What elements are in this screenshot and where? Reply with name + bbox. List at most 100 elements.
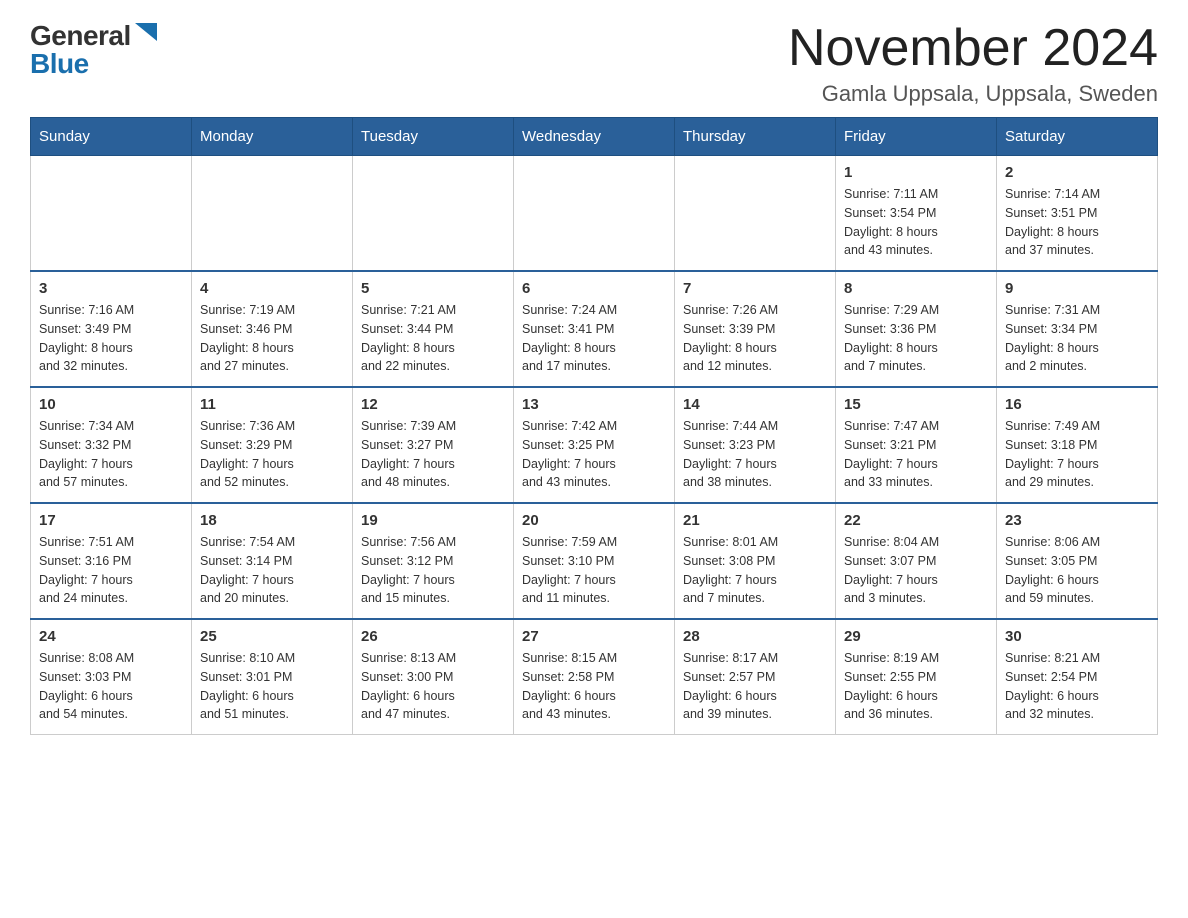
day-info: Sunrise: 8:15 AM Sunset: 2:58 PM Dayligh… [522,649,666,724]
table-row: 19Sunrise: 7:56 AM Sunset: 3:12 PM Dayli… [353,503,514,619]
day-number: 7 [683,280,827,297]
day-info: Sunrise: 7:14 AM Sunset: 3:51 PM Dayligh… [1005,185,1149,260]
day-number: 27 [522,628,666,645]
table-row [514,156,675,272]
table-row: 5 Sunrise: 7:21 AM Sunset: 3:44 PM Daylig… [353,271,514,387]
calendar-header-row: Sunday Monday Tuesday Wednesday Thursday… [31,118,1158,156]
day-info: Sunrise: 7:51 AM Sunset: 3:16 PM Dayligh… [39,533,183,608]
day-info: Sunrise: 7:42 AM Sunset: 3:25 PM Dayligh… [522,417,666,492]
table-row: 16 Sunrise: 7:49 AM Sunset: 3:18 PM Dayli… [997,387,1158,503]
table-row [192,156,353,272]
day-number: 25 [200,628,344,645]
location-text: Gamla Uppsala, Uppsala, Sweden [788,81,1158,107]
day-info: Sunrise: 7:21 AM Sunset: 3:44 PM Dayligh… [361,301,505,376]
day-info: Sunrise: 7:56 AM Sunset: 3:12 PM Dayligh… [361,533,505,608]
day-info: Sunrise: 7:26 AM Sunset: 3:39 PM Dayligh… [683,301,827,376]
col-saturday: Saturday [997,118,1158,156]
day-number: 22 [844,512,988,529]
table-row: 1Sunrise: 7:11 AM Sunset: 3:54 PM Daylig… [836,156,997,272]
col-wednesday: Wednesday [514,118,675,156]
table-row: 10 Sunrise: 7:34 AM Sunset: 3:32 PM Dayli… [31,387,192,503]
logo: General Blue [30,20,157,80]
day-info: Sunrise: 7:36 AM Sunset: 3:29 PM Dayligh… [200,417,344,492]
table-row: 17 Sunrise: 7:51 AM Sunset: 3:16 PM Dayli… [31,503,192,619]
day-number: 11 [200,396,344,413]
table-row: 8Sunrise: 7:29 AM Sunset: 3:36 PM Daylig… [836,271,997,387]
table-row: 6Sunrise: 7:24 AM Sunset: 3:41 PM Daylig… [514,271,675,387]
day-number: 16 [1005,396,1149,413]
day-number: 5 [361,280,505,297]
col-tuesday: Tuesday [353,118,514,156]
table-row: 2Sunrise: 7:14 AM Sunset: 3:51 PM Daylig… [997,156,1158,272]
table-row: 20 Sunrise: 7:59 AM Sunset: 3:10 PM Dayli… [514,503,675,619]
day-number: 20 [522,512,666,529]
calendar-week-row: 24Sunrise: 8:08 AM Sunset: 3:03 PM Dayli… [31,619,1158,735]
day-number: 9 [1005,280,1149,297]
day-info: Sunrise: 7:49 AM Sunset: 3:18 PM Dayligh… [1005,417,1149,492]
day-info: Sunrise: 7:34 AM Sunset: 3:32 PM Dayligh… [39,417,183,492]
table-row: 24Sunrise: 8:08 AM Sunset: 3:03 PM Dayli… [31,619,192,735]
logo-arrow-icon [135,23,157,45]
month-title: November 2024 [788,20,1158,77]
day-number: 24 [39,628,183,645]
day-info: Sunrise: 7:31 AM Sunset: 3:34 PM Dayligh… [1005,301,1149,376]
table-row [675,156,836,272]
day-info: Sunrise: 8:01 AM Sunset: 3:08 PM Dayligh… [683,533,827,608]
day-number: 29 [844,628,988,645]
table-row: 26 Sunrise: 8:13 AM Sunset: 3:00 PM Dayli… [353,619,514,735]
calendar-week-row: 1Sunrise: 7:11 AM Sunset: 3:54 PM Daylig… [31,156,1158,272]
day-info: Sunrise: 8:19 AM Sunset: 2:55 PM Dayligh… [844,649,988,724]
day-number: 18 [200,512,344,529]
day-number: 26 [361,628,505,645]
col-thursday: Thursday [675,118,836,156]
day-number: 4 [200,280,344,297]
day-info: Sunrise: 7:19 AM Sunset: 3:46 PM Dayligh… [200,301,344,376]
day-info: Sunrise: 8:10 AM Sunset: 3:01 PM Dayligh… [200,649,344,724]
day-info: Sunrise: 7:39 AM Sunset: 3:27 PM Dayligh… [361,417,505,492]
day-info: Sunrise: 7:47 AM Sunset: 3:21 PM Dayligh… [844,417,988,492]
col-monday: Monday [192,118,353,156]
day-number: 15 [844,396,988,413]
table-row: 9 Sunrise: 7:31 AM Sunset: 3:34 PM Daylig… [997,271,1158,387]
day-info: Sunrise: 8:13 AM Sunset: 3:00 PM Dayligh… [361,649,505,724]
day-number: 30 [1005,628,1149,645]
table-row: 4 Sunrise: 7:19 AM Sunset: 3:46 PM Daylig… [192,271,353,387]
table-row: 25 Sunrise: 8:10 AM Sunset: 3:01 PM Dayli… [192,619,353,735]
day-info: Sunrise: 8:21 AM Sunset: 2:54 PM Dayligh… [1005,649,1149,724]
day-info: Sunrise: 7:11 AM Sunset: 3:54 PM Dayligh… [844,185,988,260]
table-row: 29 Sunrise: 8:19 AM Sunset: 2:55 PM Dayli… [836,619,997,735]
day-info: Sunrise: 8:04 AM Sunset: 3:07 PM Dayligh… [844,533,988,608]
table-row: 30 Sunrise: 8:21 AM Sunset: 2:54 PM Dayli… [997,619,1158,735]
day-number: 3 [39,280,183,297]
day-number: 6 [522,280,666,297]
day-info: Sunrise: 7:16 AM Sunset: 3:49 PM Dayligh… [39,301,183,376]
table-row: 3 Sunrise: 7:16 AM Sunset: 3:49 PM Daylig… [31,271,192,387]
table-row: 21Sunrise: 8:01 AM Sunset: 3:08 PM Dayli… [675,503,836,619]
table-row: 27 Sunrise: 8:15 AM Sunset: 2:58 PM Dayli… [514,619,675,735]
table-row: 22 Sunrise: 8:04 AM Sunset: 3:07 PM Dayli… [836,503,997,619]
day-number: 13 [522,396,666,413]
table-row: 28 Sunrise: 8:17 AM Sunset: 2:57 PM Dayli… [675,619,836,735]
calendar-week-row: 3 Sunrise: 7:16 AM Sunset: 3:49 PM Daylig… [31,271,1158,387]
calendar-week-row: 17 Sunrise: 7:51 AM Sunset: 3:16 PM Dayli… [31,503,1158,619]
table-row: 13 Sunrise: 7:42 AM Sunset: 3:25 PM Dayli… [514,387,675,503]
table-row [353,156,514,272]
calendar-table: Sunday Monday Tuesday Wednesday Thursday… [30,117,1158,735]
day-info: Sunrise: 7:59 AM Sunset: 3:10 PM Dayligh… [522,533,666,608]
day-info: Sunrise: 8:17 AM Sunset: 2:57 PM Dayligh… [683,649,827,724]
day-number: 12 [361,396,505,413]
table-row: 23 Sunrise: 8:06 AM Sunset: 3:05 PM Dayli… [997,503,1158,619]
day-number: 28 [683,628,827,645]
title-section: November 2024 Gamla Uppsala, Uppsala, Sw… [788,20,1158,107]
logo-blue-text: Blue [30,48,89,80]
day-info: Sunrise: 7:44 AM Sunset: 3:23 PM Dayligh… [683,417,827,492]
day-info: Sunrise: 7:54 AM Sunset: 3:14 PM Dayligh… [200,533,344,608]
day-number: 17 [39,512,183,529]
col-sunday: Sunday [31,118,192,156]
day-number: 10 [39,396,183,413]
day-info: Sunrise: 8:06 AM Sunset: 3:05 PM Dayligh… [1005,533,1149,608]
day-number: 23 [1005,512,1149,529]
day-number: 14 [683,396,827,413]
table-row: 12 Sunrise: 7:39 AM Sunset: 3:27 PM Dayli… [353,387,514,503]
table-row: 11 Sunrise: 7:36 AM Sunset: 3:29 PM Dayli… [192,387,353,503]
